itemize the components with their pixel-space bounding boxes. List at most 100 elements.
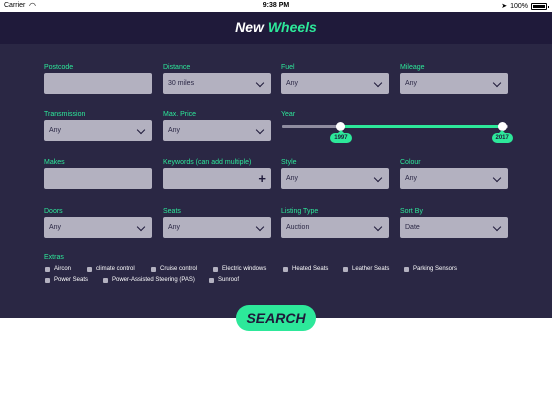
colour-field: Colour Any [400,158,508,189]
chevron-down-icon [255,222,265,232]
max-price-label: Max. Price [163,111,197,118]
seats-value: Any [168,224,181,231]
colour-select[interactable]: Any [400,168,508,189]
extra-label: Parking Sensors [413,266,458,272]
year-field: Year [281,110,295,119]
fuel-select[interactable]: Any [281,73,389,94]
checkbox-box[interactable] [213,266,218,272]
colour-label: Colour [400,159,421,166]
extra-checkbox-aircon[interactable]: Aircon [45,266,71,272]
distance-value: 30 miles [168,80,195,87]
seats-select[interactable]: Any [163,217,271,238]
chevron-down-icon [255,78,265,88]
extra-checkbox-climate-control[interactable]: climate control [87,266,135,272]
chevron-down-icon [136,222,146,232]
distance-select[interactable]: 30 miles [163,73,271,94]
sort-by-select[interactable]: Date [400,217,508,238]
max-price-value: Any [168,127,181,134]
style-field: Style Any [281,158,389,189]
battery-icon [531,2,549,10]
max-price-select[interactable]: Any [163,120,271,141]
postcode-field: Postcode [44,63,152,94]
doors-label: Doors [44,208,63,215]
checkbox-box[interactable] [45,277,50,283]
extra-label: Electric windows [222,266,267,272]
checkbox-box[interactable] [151,266,156,272]
style-label: Style [281,159,297,166]
add-keyword-icon[interactable]: + [258,170,266,187]
extra-label: Leather Seats [352,266,390,272]
max-price-field: Max. Price Any [163,110,271,141]
distance-label: Distance [163,64,191,71]
year-label: Year [281,111,296,118]
title-part-wheels: Wheels [267,19,317,35]
extra-label: Power Seats [54,277,89,283]
transmission-label: Transmission [44,111,86,118]
checkbox-box[interactable] [209,277,214,283]
makes-field: Makes [44,158,152,189]
fuel-label: Fuel [281,64,295,71]
fuel-field: Fuel Any [281,63,389,94]
checkbox-box[interactable] [103,277,108,283]
transmission-select[interactable]: Any [44,120,152,141]
doors-select[interactable]: Any [44,217,152,238]
colour-value: Any [405,175,418,182]
extra-checkbox-cruise-control[interactable]: Cruise control [151,266,197,272]
chevron-down-icon [255,125,265,135]
year-max-badge: 2017 [491,130,513,143]
extra-label: Heated Seats [292,266,329,272]
extras-label: Extras [44,254,64,261]
extra-checkbox-sunroof[interactable]: Sunroof [209,277,239,283]
extra-checkbox-pas[interactable]: Power-Assisted Steering (PAS) [103,277,195,283]
mileage-field: Mileage Any [400,63,508,94]
title-part-new: New [235,19,264,35]
extra-label: Sunroof [218,277,240,283]
chevron-down-icon [373,78,383,88]
checkbox-box[interactable] [87,266,92,272]
extra-label: climate control [96,266,135,272]
keywords-input[interactable]: + [163,168,271,189]
checkbox-box[interactable] [404,266,409,272]
chevron-down-icon [373,222,383,232]
keywords-label: Keywords (can add multiple) [163,159,252,166]
distance-field: Distance 30 miles [163,63,271,94]
listing-type-select[interactable]: Auction [281,217,389,238]
postcode-input[interactable] [44,73,152,94]
makes-input[interactable] [44,168,152,189]
extra-checkbox-power-seats[interactable]: Power Seats [45,277,88,283]
search-button[interactable]: SEARCH [236,305,316,331]
doors-field: Doors Any [44,207,152,238]
extra-label: Cruise control [160,266,198,272]
postcode-label: Postcode [44,64,74,71]
seats-label: Seats [163,208,181,215]
chevron-down-icon [136,125,146,135]
year-min-badge: 1997 [330,130,352,143]
style-select[interactable]: Any [281,168,389,189]
battery-percent: 100% [510,2,528,10]
extra-checkbox-heated-seats[interactable]: Heated Seats [283,266,328,272]
chevron-down-icon [373,173,383,183]
app-title: New Wheels [0,12,552,42]
listing-type-value: Auction [286,224,310,231]
makes-label: Makes [44,159,65,166]
transmission-value: Any [49,127,62,134]
mileage-label: Mileage [400,64,425,71]
chevron-down-icon [492,78,502,88]
checkbox-box[interactable] [45,266,50,272]
checkbox-box[interactable] [343,266,348,272]
seats-field: Seats Any [163,207,271,238]
extra-checkbox-parking-sensors[interactable]: Parking Sensors [404,266,457,272]
style-value: Any [286,175,299,182]
mileage-select[interactable]: Any [400,73,508,94]
sort-by-field: Sort By Date [400,207,508,238]
extra-label: Aircon [54,266,72,272]
status-right: ➤ 100% [501,2,549,10]
sort-by-label: Sort By [400,208,423,215]
doors-value: Any [49,224,62,231]
listing-type-label: Listing Type [281,208,319,215]
extra-checkbox-electric-windows[interactable]: Electric windows [213,266,266,272]
listing-type-field: Listing Type Auction [281,207,389,238]
extra-checkbox-leather-seats[interactable]: Leather Seats [343,266,389,272]
checkbox-box[interactable] [283,266,288,272]
keywords-field: Keywords (can add multiple) + [163,158,271,189]
